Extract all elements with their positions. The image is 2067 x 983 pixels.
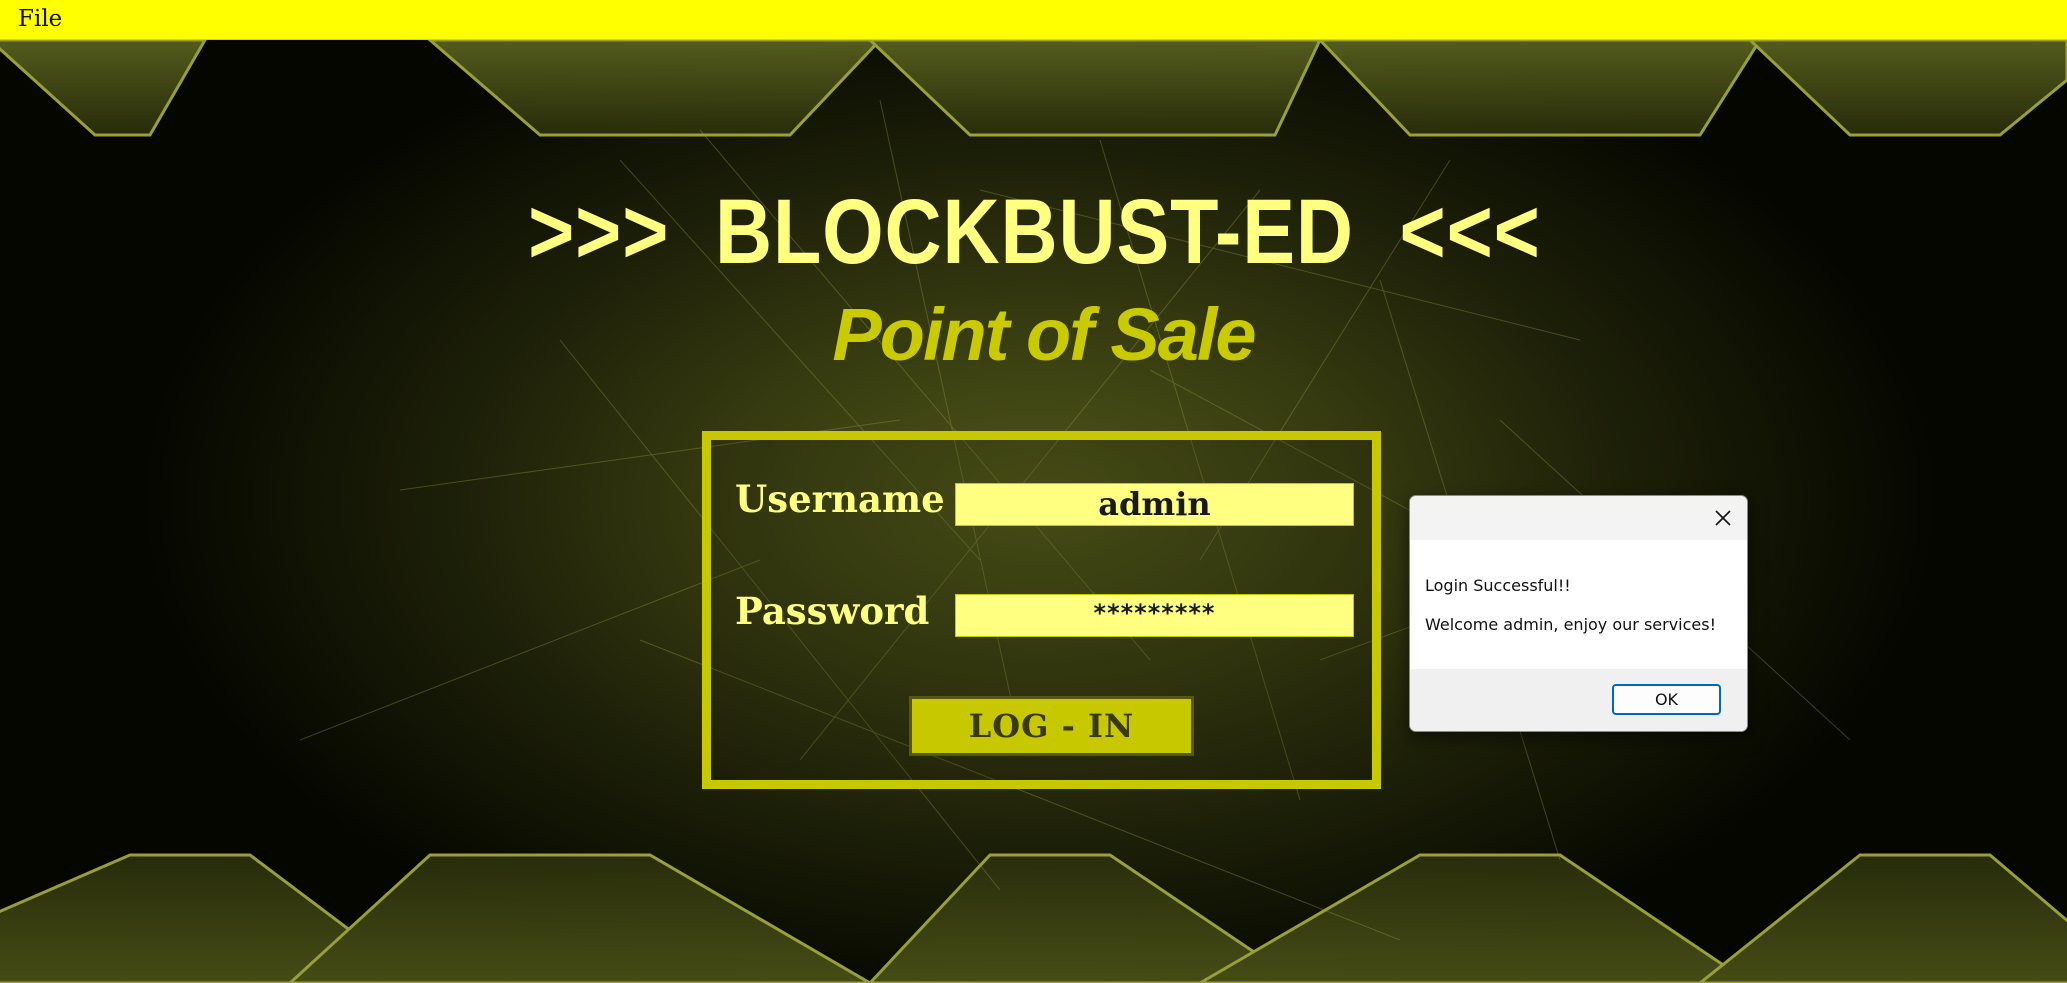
login-panel: Username admin Password ********* LOG - …: [702, 431, 1381, 789]
menu-bar: File: [0, 0, 2067, 40]
dialog-message-line-2: Welcome admin, enjoy our services!: [1425, 615, 1717, 634]
application-window: File >>> BLOCKBUST-ED <<< Point of Sale …: [0, 0, 2067, 983]
dialog-message-line-1: Login Successful!!: [1425, 576, 1571, 595]
password-field[interactable]: *********: [955, 594, 1354, 637]
username-label: Username: [735, 477, 945, 521]
password-label: Password: [735, 589, 930, 633]
login-button[interactable]: LOG - IN: [909, 696, 1194, 756]
app-subtitle: Point of Sale: [832, 293, 1256, 376]
app-title: >>> BLOCKBUST-ED <<<: [528, 181, 1541, 283]
close-icon[interactable]: [1709, 504, 1737, 532]
message-dialog: Login Successful!! Welcome admin, enjoy …: [1409, 495, 1748, 732]
username-field[interactable]: admin: [955, 483, 1354, 526]
dialog-footer: OK: [1410, 669, 1747, 731]
dialog-titlebar: [1410, 496, 1747, 540]
menu-file[interactable]: File: [18, 6, 62, 32]
ok-button[interactable]: OK: [1612, 684, 1721, 715]
